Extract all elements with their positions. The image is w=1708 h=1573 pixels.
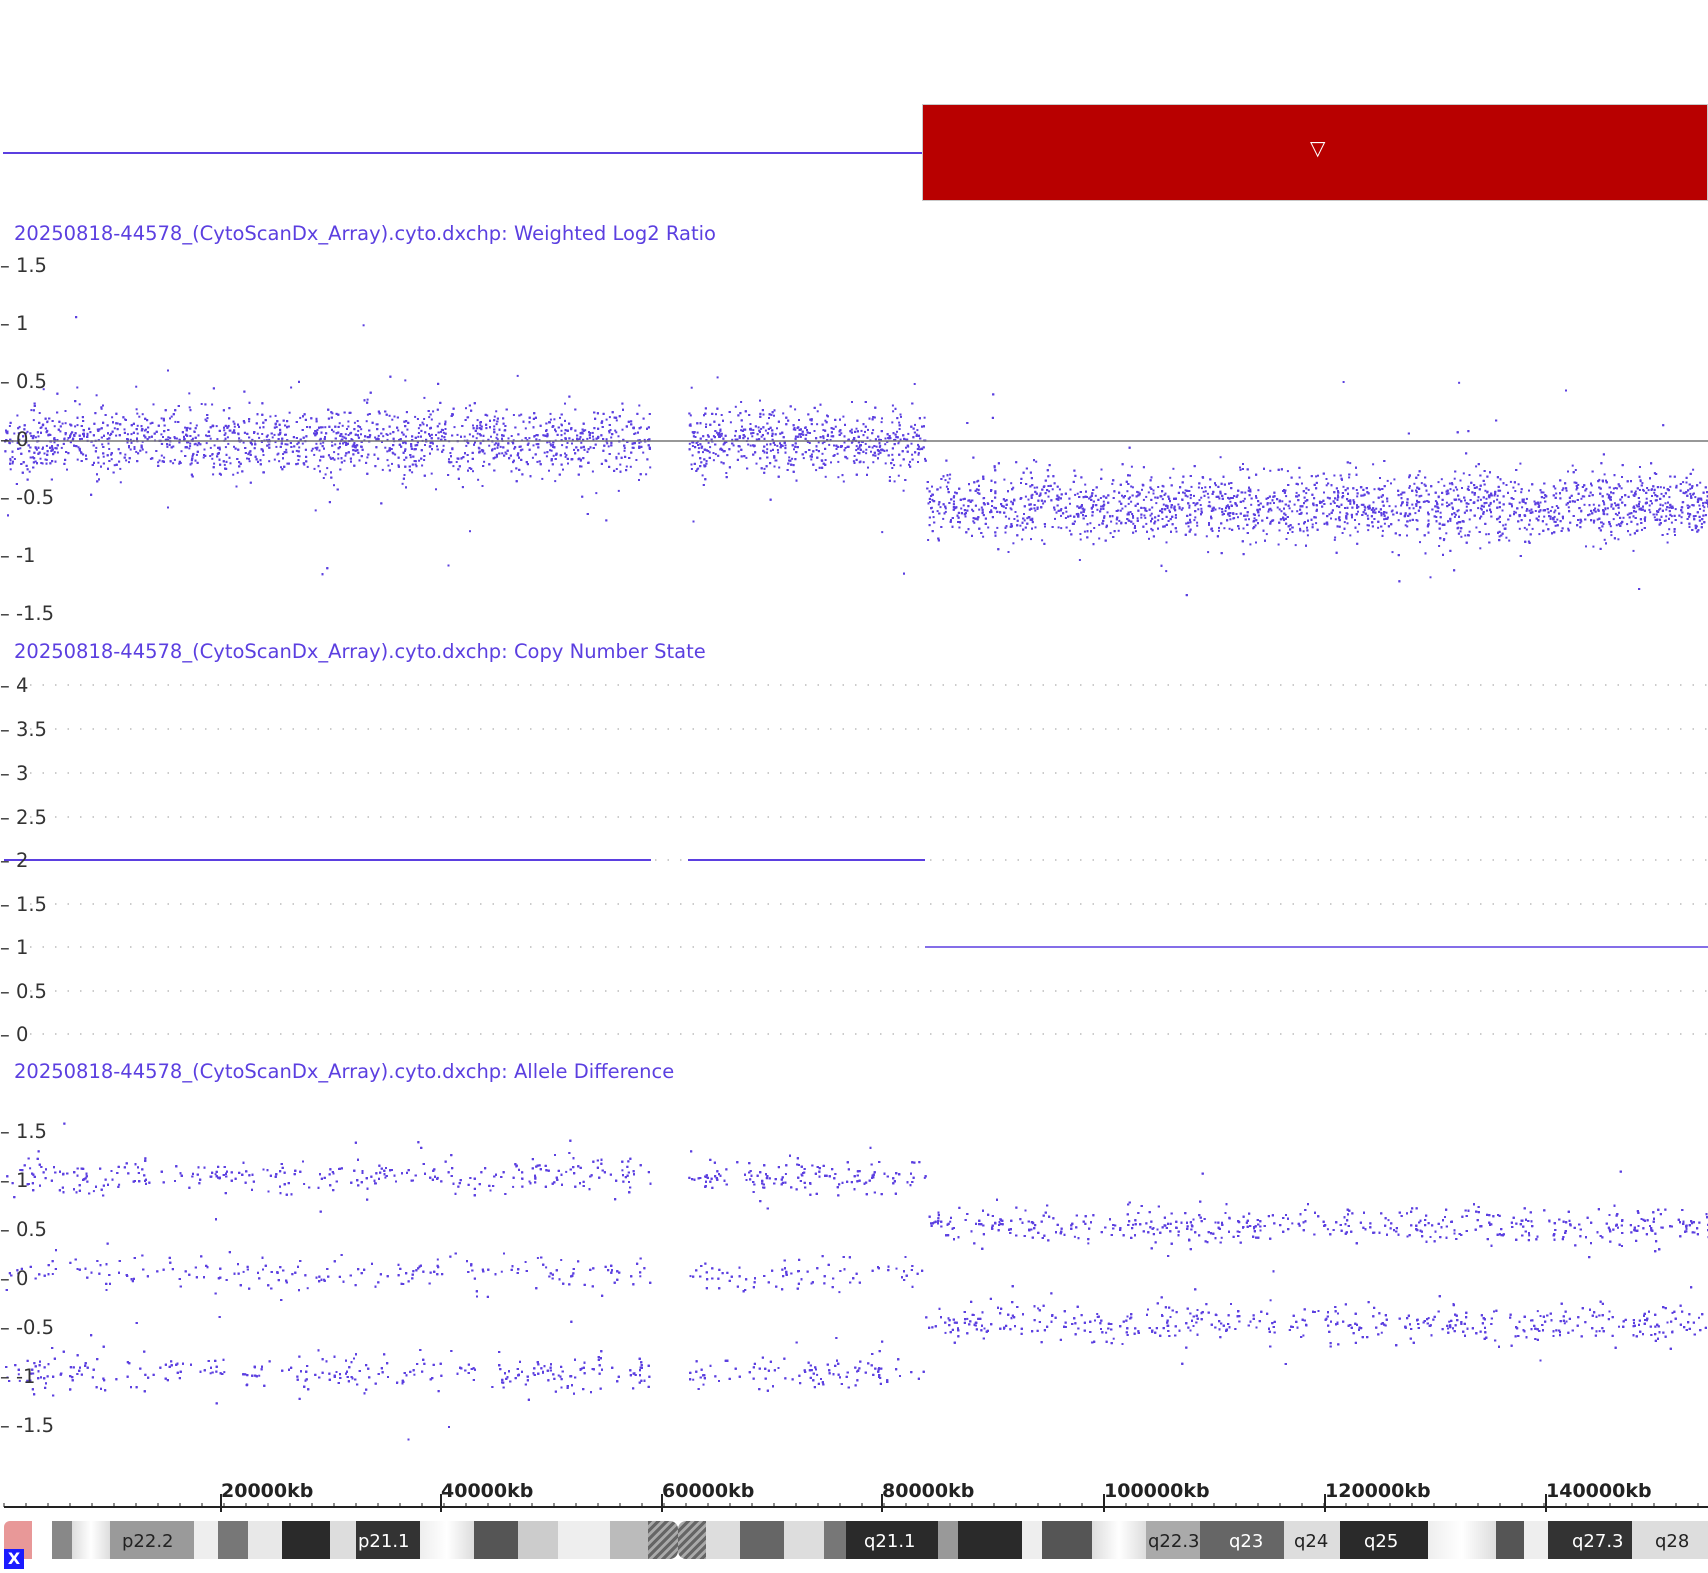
cn-track-title: 20250818-44578_(CytoScanDx_Array).cyto.d… [14,640,706,663]
ruler-label: 20000kb [221,1480,314,1502]
band [194,1521,218,1559]
cn-tick: – 1.5 [0,893,47,916]
cn-tick: – 0.5 [0,980,47,1003]
cn-tick: – 3 [0,762,29,785]
allele-difference-plot [5,1122,1708,1441]
band-label: q25 [1364,1531,1399,1552]
chromosome-ideogram[interactable] [4,1521,1708,1559]
log2-tick: – 0 [0,428,29,451]
band-label: q28 [1655,1531,1690,1552]
allele-tick: – -1.5 [0,1414,55,1437]
close-icon[interactable]: X [4,1549,24,1569]
band [1428,1521,1496,1559]
ruler-label: 100000kb [1104,1480,1210,1502]
band [610,1521,648,1559]
top-blank-area [0,0,1708,100]
triangle-down-icon[interactable]: ▽ [1310,138,1325,158]
band [282,1521,330,1559]
allele-track-title: 20250818-44578_(CytoScanDx_Array).cyto.d… [14,1060,675,1083]
log2-tick: – 1 [0,312,29,335]
ruler-label: 40000kb [441,1480,534,1502]
log2-tick: – -1 [0,544,36,567]
cn-tick: – 2.5 [0,806,47,829]
log2-track-title: 20250818-44578_(CytoScanDx_Array).cyto.d… [14,222,716,245]
band [52,1521,72,1559]
band [1022,1521,1042,1559]
allele-tick: – -0.5 [0,1316,55,1339]
log2-ratio-plot [4,316,1708,597]
band [706,1521,740,1559]
band [558,1521,610,1559]
band [32,1521,52,1559]
cn-tick: – 2 [0,849,29,872]
band [1496,1521,1524,1559]
allele-tick: – 1 [0,1169,29,1192]
band [938,1521,958,1559]
allele-tick: – 0 [0,1267,29,1290]
band-label: p22.2 [122,1531,174,1552]
band-label: q22.3 [1148,1531,1200,1552]
log2-points [4,316,1708,597]
allele-tick: – -1 [0,1365,36,1388]
allele-tick: – 1.5 [0,1120,47,1143]
cn-tick: – 0 [0,1023,29,1046]
ruler-label: 140000kb [1546,1480,1652,1502]
band-label: q23 [1229,1531,1264,1552]
log2-tick: – 1.5 [0,254,47,277]
log2-tick: – 0.5 [0,370,47,393]
band [1042,1521,1092,1559]
copy-number-plot [4,684,1708,1035]
band [740,1521,784,1559]
band [72,1521,110,1559]
band-label: q24 [1294,1531,1329,1552]
band [248,1521,282,1559]
band [420,1521,474,1559]
band-centromere-q [678,1521,706,1559]
band-label: p21.1 [358,1531,410,1552]
allele-points [5,1122,1708,1441]
cn-tick: – 4 [0,674,29,697]
band [330,1521,356,1559]
band [958,1521,1022,1559]
band-centromere-p [648,1521,678,1559]
band [1524,1521,1548,1559]
cn-tick: – 1 [0,936,29,959]
log2-tick: – -1.5 [0,602,55,625]
band-label: q27.3 [1572,1531,1624,1552]
allele-tick: – 0.5 [0,1218,47,1241]
cn-tick: – 3.5 [0,718,47,741]
log2-tick: – -0.5 [0,486,55,509]
band [218,1521,248,1559]
ruler-label: 60000kb [662,1480,755,1502]
copy-number-segment-normal [3,152,922,154]
ruler-label: 120000kb [1325,1480,1431,1502]
band [824,1521,846,1559]
band [518,1521,558,1559]
band [1092,1521,1146,1559]
band [474,1521,518,1559]
band-label: q21.1 [864,1531,916,1552]
band [784,1521,824,1559]
ruler-label: 80000kb [882,1480,975,1502]
